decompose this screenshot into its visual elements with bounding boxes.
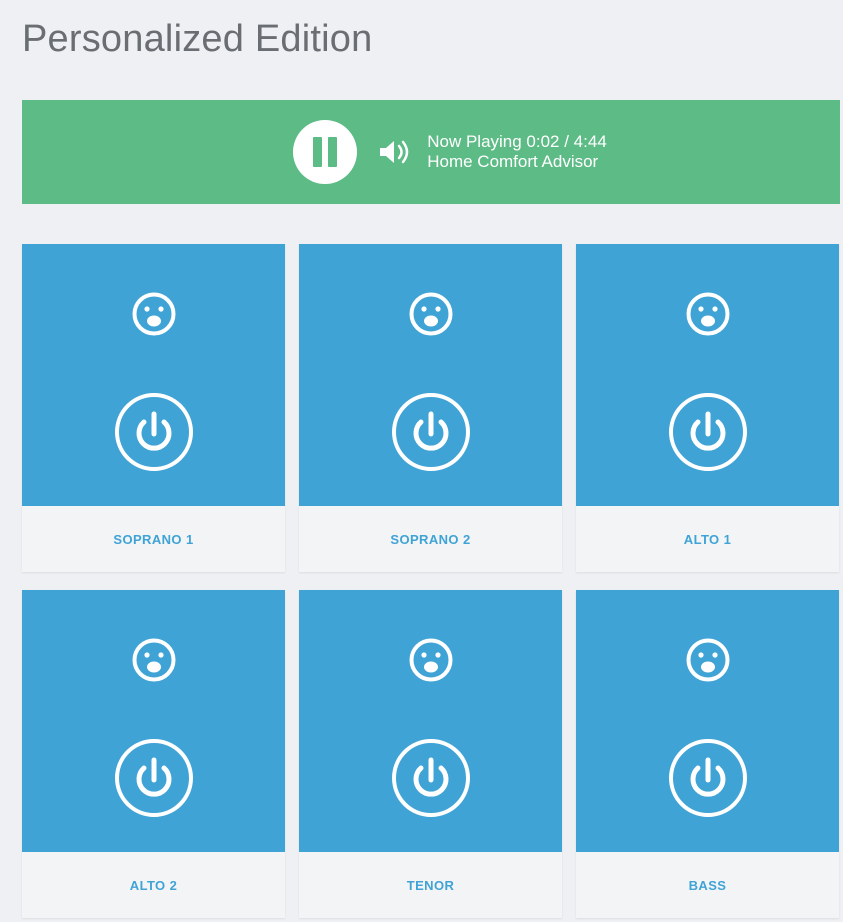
power-button[interactable] [668, 738, 748, 818]
power-button[interactable] [114, 392, 194, 472]
voice-label: ALTO 1 [683, 531, 732, 547]
voice-grid: SOPRANO 1 SOPRANO 2 ALTO 1 ALTO 2 TENOR … [22, 244, 840, 918]
volume-icon [380, 140, 409, 164]
voice-card-bass[interactable]: BASS [576, 590, 839, 918]
power-button[interactable] [114, 738, 194, 818]
face-icon [686, 638, 729, 682]
power-button[interactable] [391, 738, 471, 818]
voice-card-panel [299, 590, 562, 852]
pause-icon [328, 137, 338, 167]
power-button[interactable] [668, 392, 748, 472]
voice-card-tenor[interactable]: TENOR [299, 590, 562, 918]
voice-card-panel [576, 244, 839, 506]
face-icon [409, 638, 452, 682]
voice-label: SOPRANO 2 [390, 531, 471, 547]
player-controls: Now Playing 0:02 / 4:44 Home Comfort Adv… [293, 120, 607, 184]
voice-label: ALTO 2 [129, 877, 178, 893]
voice-card-panel [22, 590, 285, 852]
voice-label: SOPRANO 1 [113, 531, 194, 547]
power-button[interactable] [391, 392, 471, 472]
voice-label: BASS [688, 877, 727, 893]
track-title: Home Comfort Advisor [427, 152, 599, 171]
playback-status: Now Playing 0:02 / 4:44 [427, 132, 607, 151]
voice-card-soprano-2[interactable]: SOPRANO 2 [299, 244, 562, 572]
face-icon [132, 638, 175, 682]
face-icon [132, 292, 175, 336]
voice-card-alto-1[interactable]: ALTO 1 [576, 244, 839, 572]
voice-card-soprano-1[interactable]: SOPRANO 1 [22, 244, 285, 572]
page-title: Personalized Edition [22, 18, 373, 60]
voice-card-panel [22, 244, 285, 506]
voice-card-alto-2[interactable]: ALTO 2 [22, 590, 285, 918]
face-icon [409, 292, 452, 336]
voice-label: TENOR [406, 877, 455, 893]
pause-button[interactable] [293, 120, 358, 184]
voice-card-panel [576, 590, 839, 852]
pause-icon [313, 137, 323, 167]
now-playing-info: Now Playing 0:02 / 4:44 Home Comfort Adv… [427, 132, 607, 172]
now-playing-bar: Now Playing 0:02 / 4:44 Home Comfort Adv… [22, 100, 840, 204]
face-icon [686, 292, 729, 336]
voice-card-panel [299, 244, 562, 506]
volume-button[interactable] [377, 137, 417, 167]
